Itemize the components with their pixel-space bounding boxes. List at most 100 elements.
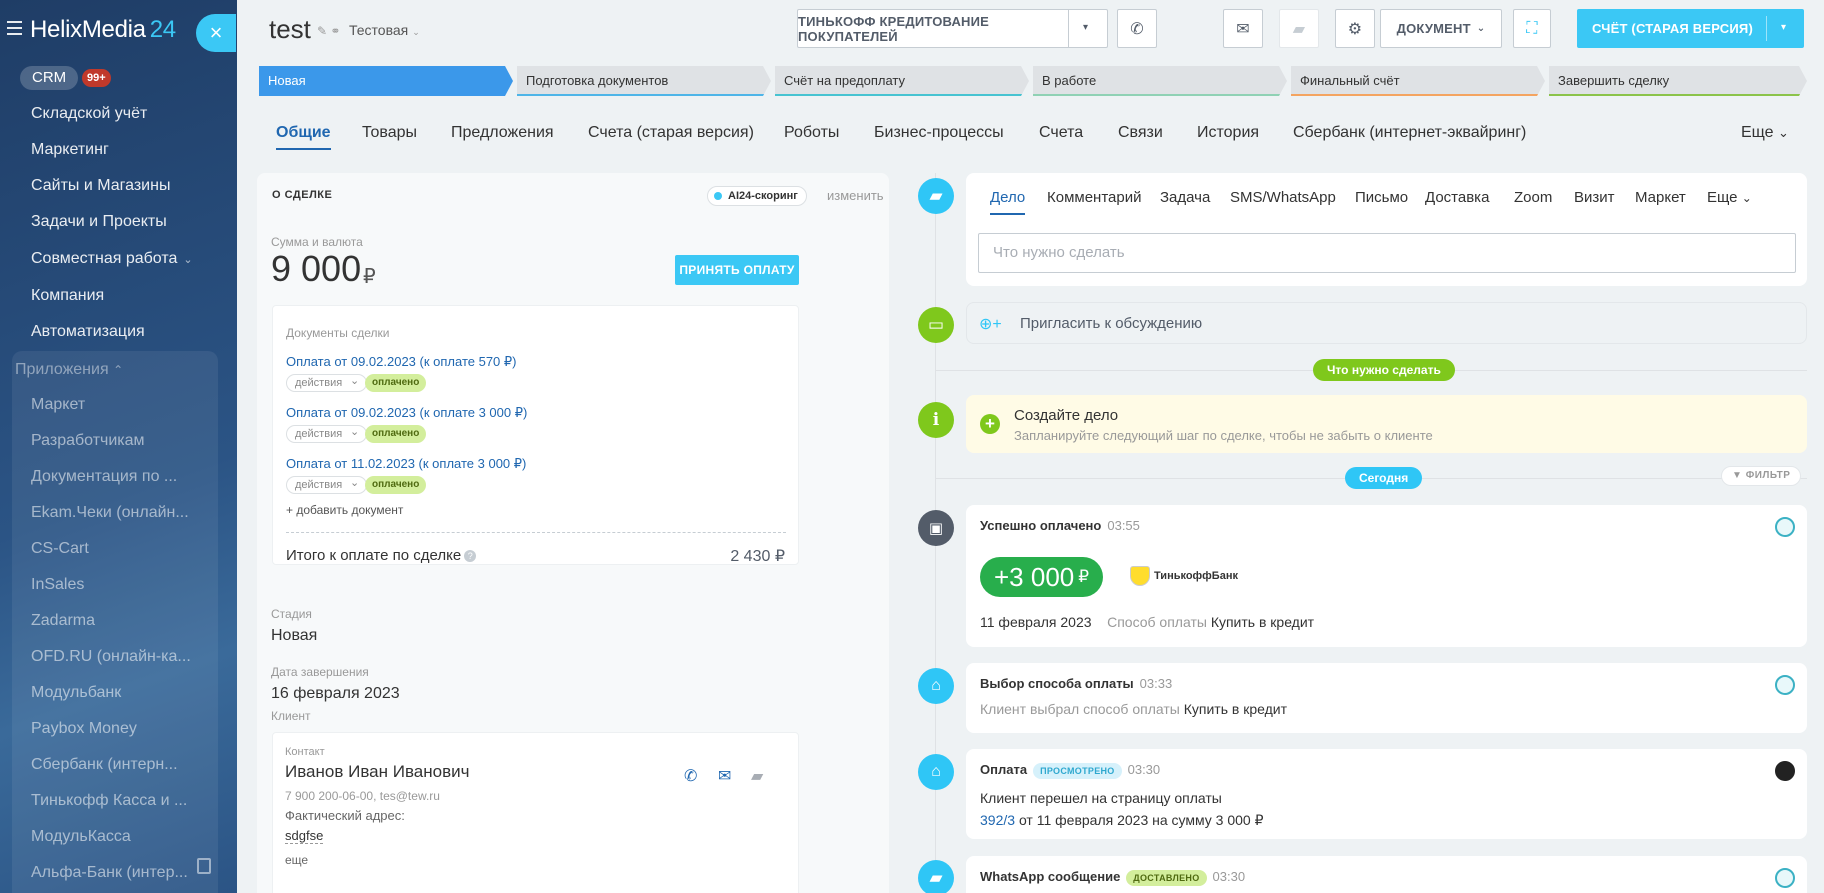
hamburger-icon[interactable] <box>7 21 22 35</box>
stage-prepayment[interactable]: Счёт на предоплату <box>775 66 1029 96</box>
sidebar-item-automation[interactable]: Автоматизация <box>31 323 221 341</box>
category-selector[interactable]: Тестовая ⌄ <box>349 22 420 38</box>
settings-button[interactable]: ⚙ <box>1335 9 1375 48</box>
composer-tab-activity[interactable]: Дело <box>990 189 1026 215</box>
tab-invoices-old[interactable]: Счета (старая версия) <box>588 124 754 142</box>
change-link[interactable]: изменить <box>827 188 884 203</box>
sidebar-app-item[interactable]: OFD.RU (онлайн-ка... <box>31 648 221 666</box>
logo[interactable]: HelixMedia 24 <box>30 16 176 44</box>
tab-invoices[interactable]: Счета <box>1039 124 1083 142</box>
composer-tab-sms[interactable]: SMS/WhatsApp <box>1230 189 1336 206</box>
deal-amount[interactable]: 9 000 <box>271 248 361 290</box>
phone-icon[interactable]: ✆ <box>684 766 697 786</box>
caret-down-icon[interactable]: ▾ <box>1781 22 1786 33</box>
activity-input[interactable]: Что нужно сделать <box>978 233 1796 273</box>
tab-robots[interactable]: Роботы <box>784 124 839 142</box>
contact-label: Контакт <box>285 746 325 758</box>
tab-business-processes[interactable]: Бизнес-процессы <box>874 124 1004 142</box>
document-actions-dropdown[interactable]: действия <box>286 475 368 494</box>
tinkoff-credit-button[interactable]: ТИНЬКОФФ КРЕДИТОВАНИЕ ПОКУПАТЕЛЕЙ ▾ <box>797 9 1108 48</box>
document-actions-dropdown[interactable]: действия <box>286 424 368 443</box>
sidebar-app-item[interactable]: Тинькофф Касса и ... <box>31 792 221 810</box>
document-link[interactable]: Оплата от 09.02.2023 (к оплате 3 000 ₽) <box>286 405 527 421</box>
edit-title-icon[interactable]: ✎ ⚭ <box>317 24 340 38</box>
email-button[interactable]: ✉ <box>1223 9 1263 48</box>
payment-date: 11 февраля 2023 <box>980 614 1092 630</box>
filter-button[interactable]: ▼ ФИЛЬТР <box>1721 466 1802 486</box>
tab-more[interactable]: Еще ⌄ <box>1741 124 1789 142</box>
sidebar-app-item[interactable]: CS-Cart <box>31 540 221 558</box>
document-link[interactable]: Оплата от 11.02.2023 (к оплате 3 000 ₽) <box>286 456 526 472</box>
sidebar-app-item[interactable]: Маркет <box>31 396 221 414</box>
status-badge: оплачено <box>365 476 427 494</box>
sidebar-app-item[interactable]: InSales <box>31 576 221 594</box>
sidebar-app-item[interactable]: МодульКасса <box>31 828 221 846</box>
composer-tab-more[interactable]: Еще ⌄ <box>1707 189 1752 206</box>
sidebar-item-tasks[interactable]: Задачи и Проекты <box>31 213 221 231</box>
tab-history[interactable]: История <box>1197 124 1259 142</box>
scan-button[interactable]: ⛶ <box>1513 9 1551 48</box>
contact-info: 7 900 200-06-00, tes@tew.ru <box>285 789 440 803</box>
sidebar-app-item[interactable]: Ekam.Чеки (онлайн... <box>31 504 221 522</box>
accept-payment-button[interactable]: ПРИНЯТЬ ОПЛАТУ <box>675 255 799 285</box>
call-button[interactable]: ✆ <box>1117 9 1157 48</box>
sidebar-app-item[interactable]: Zadarma <box>31 612 221 630</box>
caret-down-icon[interactable]: ▾ <box>1083 22 1088 33</box>
ai-scoring-button[interactable]: AI24-скоринг <box>707 186 807 206</box>
stage-value[interactable]: Новая <box>271 627 317 645</box>
invoice-old-button[interactable]: СЧЁТ (СТАРАЯ ВЕРСИЯ) ▾ <box>1577 9 1804 48</box>
stage-new[interactable]: Новая <box>259 66 513 96</box>
stage-complete-deal[interactable]: Завершить сделку <box>1549 66 1807 96</box>
page-title[interactable]: test <box>269 14 311 45</box>
stage-bar: Новая Подготовка документов Счёт на пред… <box>259 66 1807 96</box>
stage-final-invoice[interactable]: Финальный счёт <box>1291 66 1545 96</box>
help-icon[interactable]: ? <box>464 550 477 563</box>
tab-sberbank[interactable]: Сбербанк (интернет-эквайринг) <box>1293 124 1526 142</box>
order-link[interactable]: 392/3 <box>980 812 1015 828</box>
tab-products[interactable]: Товары <box>362 124 417 142</box>
invite-to-discussion[interactable]: ⊕+ Пригласить к обсуждению <box>966 302 1807 344</box>
sidebar-item-company[interactable]: Компания <box>31 287 221 305</box>
composer-tab-email[interactable]: Письмо <box>1355 189 1408 206</box>
add-document-link[interactable]: + добавить документ <box>286 503 403 517</box>
composer-tab-task[interactable]: Задача <box>1160 189 1210 206</box>
trash-icon[interactable] <box>197 858 211 874</box>
sidebar-app-item[interactable]: Paybox Money <box>31 720 221 738</box>
document-button[interactable]: ДОКУМЕНТ ⌄ <box>1380 9 1502 48</box>
method-label: Клиент выбрал способ оплаты <box>980 701 1180 717</box>
tab-links[interactable]: Связи <box>1118 124 1163 142</box>
sidebar-app-item[interactable]: Модульбанк <box>31 684 221 702</box>
sidebar-item-crm[interactable]: CRM <box>20 66 79 90</box>
mail-icon[interactable]: ✉ <box>718 766 731 786</box>
logo-number: 24 <box>149 16 176 43</box>
deal-currency: ₽ <box>363 266 376 288</box>
sidebar-app-item[interactable]: Разработчикам <box>31 432 221 450</box>
close-date-value[interactable]: 16 февраля 2023 <box>271 685 400 703</box>
sidebar-item-collaboration[interactable]: Совместная работа ⌄ <box>31 250 221 268</box>
more-link[interactable]: еще <box>285 853 308 867</box>
composer-tab-zoom[interactable]: Zoom <box>1514 189 1552 206</box>
chat-icon[interactable]: ▰ <box>751 766 763 786</box>
close-sidebar-button[interactable]: × <box>196 14 236 52</box>
chat-button[interactable]: ▰ <box>1279 9 1319 48</box>
stage-in-progress[interactable]: В работе <box>1033 66 1287 96</box>
sidebar-app-item[interactable]: Сбербанк (интерн... <box>31 756 221 774</box>
document-actions-dropdown[interactable]: действия <box>286 373 368 392</box>
sidebar-item-marketing[interactable]: Маркетинг <box>31 141 221 159</box>
sidebar-app-item[interactable]: Альфа-Банк (интер... <box>31 864 191 882</box>
stage-documents[interactable]: Подготовка документов <box>517 66 771 96</box>
contact-name[interactable]: Иванов Иван Иванович <box>285 762 469 782</box>
apps-group-title[interactable]: Приложения ⌃ <box>15 361 123 379</box>
create-activity-card[interactable]: + Создайте дело Запланируйте следующий ш… <box>966 395 1807 453</box>
sidebar-app-item[interactable]: Документация по ... <box>31 468 221 486</box>
composer-tab-market[interactable]: Маркет <box>1635 189 1686 206</box>
composer-tab-comment[interactable]: Комментарий <box>1047 189 1141 206</box>
sidebar-item-sites[interactable]: Сайты и Магазины <box>31 177 221 195</box>
tab-offers[interactable]: Предложения <box>451 124 554 142</box>
document-link[interactable]: Оплата от 09.02.2023 (к оплате 570 ₽) <box>286 354 517 370</box>
composer-tab-visit[interactable]: Визит <box>1574 189 1615 206</box>
composer-tab-delivery[interactable]: Доставка <box>1425 189 1489 206</box>
tab-general[interactable]: Общие <box>276 124 331 150</box>
sidebar-item-warehouse[interactable]: Складской учёт <box>31 105 221 123</box>
sberbank-icon <box>1775 675 1795 695</box>
